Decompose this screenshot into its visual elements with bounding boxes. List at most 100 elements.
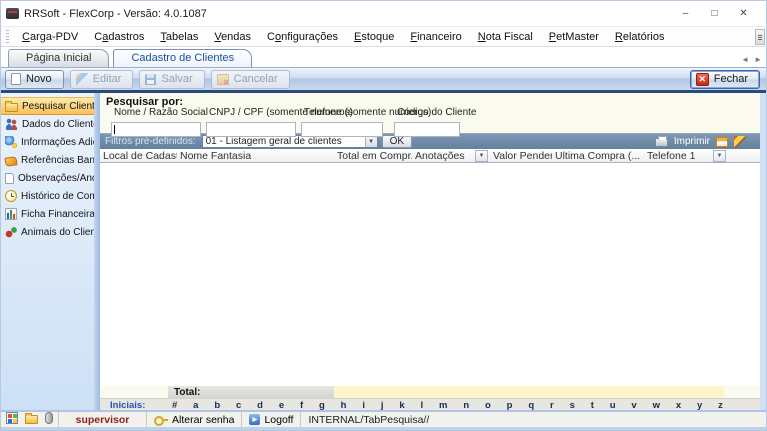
minimize-button[interactable]: – [671, 1, 700, 26]
initial-letter-b[interactable]: b [214, 400, 220, 411]
sidebar-item-animais-do-cliente[interactable]: Animais do Cliente [1, 223, 94, 241]
sidebar-item-hist-rico-de-compras[interactable]: Histórico de Compras [1, 187, 94, 205]
initial-letter-h[interactable]: h [341, 400, 347, 411]
folder-icon[interactable] [25, 412, 38, 427]
mouse-icon[interactable] [45, 412, 53, 427]
edit-pencil-icon [76, 73, 88, 85]
menu-petmaster[interactable]: PetMaster [541, 29, 607, 45]
fechar-button[interactable]: Fechar [690, 70, 760, 89]
initial-letter-g[interactable]: g [319, 400, 325, 411]
initial-letter-w[interactable]: w [653, 400, 660, 411]
column-header-ultima-compra[interactable]: Ultima Compra (... ▲ ▼ [552, 149, 644, 162]
application-window: RRSoft - FlexCorp - Versão: 4.0.1087 – □… [0, 0, 767, 431]
search-field-label: CNPJ / CPF (somente numeros) [206, 107, 296, 118]
navigation-sidebar: Pesquisar ClienteDados do ClienteInforma… [1, 93, 94, 410]
menu-overflow-button[interactable] [755, 29, 765, 45]
initial-letter-i[interactable]: i [362, 400, 365, 411]
logoff-icon [249, 414, 260, 425]
menu-configura-es[interactable]: Configurações [259, 29, 346, 45]
menu-cadastros[interactable]: Cadastros [86, 29, 152, 45]
initial-letter-a[interactable]: a [193, 400, 198, 411]
initial-letter-e[interactable]: e [279, 400, 284, 411]
alterar-senha-button[interactable]: Alterar senha [147, 412, 242, 427]
novo-button[interactable]: Novo [5, 70, 64, 89]
initial-letter-j[interactable]: j [381, 400, 384, 411]
tab-scroll-left-icon[interactable]: ◄ [741, 55, 749, 64]
people-icon [5, 118, 18, 130]
sidebar-item-informa-es-adicionais[interactable]: Informações Adicionais [1, 133, 94, 151]
search-input-codigo-cliente[interactable] [394, 122, 460, 137]
initial-letter-f[interactable]: f [300, 400, 303, 411]
search-input-nome-razao-social[interactable] [111, 122, 201, 137]
save-disk-icon [145, 74, 156, 85]
initial-letter-u[interactable]: u [610, 400, 616, 411]
menu-nota-fiscal[interactable]: Nota Fiscal [470, 29, 541, 45]
search-input-cnpj-cpf[interactable] [206, 122, 296, 137]
predefined-filters-label: Filtros pré-definidos: [105, 136, 196, 147]
initial-letter-l[interactable]: l [421, 400, 424, 411]
initial-letter-o[interactable]: o [485, 400, 491, 411]
cancelar-button[interactable]: Cancelar [211, 70, 290, 89]
initial-letter-c[interactable]: c [236, 400, 241, 411]
column-header-valor-pendente[interactable]: Valor Pendente [490, 149, 552, 162]
grid-columns-icon[interactable] [716, 137, 728, 147]
initial-letter-z[interactable]: z [718, 400, 723, 411]
sidebar-item-dados-do-cliente[interactable]: Dados do Cliente [1, 115, 94, 133]
initial-letter-x[interactable]: x [676, 400, 681, 411]
initial-letter-s[interactable]: s [570, 400, 575, 411]
logoff-button[interactable]: Logoff [242, 412, 301, 427]
search-field: Telefone (somente numeros) [301, 107, 383, 137]
initial-letter-r[interactable]: r [550, 400, 554, 411]
initial-letter-t[interactable]: t [591, 400, 594, 411]
editar-button[interactable]: Editar [70, 70, 134, 89]
edit-layout-icon[interactable] [734, 136, 746, 148]
search-area: Pesquisar por: Nome / Razão Social CNPJ … [100, 93, 760, 133]
initial-letter-m[interactable]: m [439, 400, 447, 411]
sidebar-item-pesquisar-cliente[interactable]: Pesquisar Cliente [1, 97, 94, 115]
tab-strip: Página InicialCadastro de Clientes ◄ ► [1, 47, 766, 67]
column-filter-dropdown-icon[interactable]: ▼ [475, 150, 488, 162]
chevron-down-icon[interactable]: ▼ [365, 136, 377, 147]
sidebar-item-refer-ncias-banc[interactable]: Referências Banc. [1, 151, 94, 169]
bar-chart-icon [5, 208, 17, 220]
column-header-telefone-1[interactable]: Telefone 1 ▼ [644, 149, 728, 162]
grid-footer: Total: [100, 386, 760, 398]
close-button[interactable]: ✕ [729, 1, 758, 26]
search-field-label: Código do Cliente [394, 107, 460, 118]
maximize-button[interactable]: □ [700, 1, 729, 26]
initial-letter-y[interactable]: y [697, 400, 702, 411]
initial-letter-n[interactable]: n [463, 400, 469, 411]
column-header-total-em-compr[interactable]: Total em Compr... ▼ [334, 149, 412, 162]
menu-estoque[interactable]: Estoque [346, 29, 402, 45]
menu-vendas[interactable]: Vendas [206, 29, 259, 45]
search-input-telefone[interactable] [301, 122, 383, 137]
column-filter-dropdown-icon[interactable]: ▼ [713, 150, 726, 162]
sidebar-item-observa-es-anota-es[interactable]: Observações/Anotações [1, 169, 94, 187]
column-header-nome-fantasia[interactable]: Nome Fantasia [177, 149, 334, 162]
salvar-button[interactable]: Salvar [139, 70, 204, 89]
tab-scroll-right-icon[interactable]: ► [754, 55, 762, 64]
tab-cadastro-de-clientes[interactable]: Cadastro de Clientes [113, 49, 252, 67]
menu-tabelas[interactable]: Tabelas [152, 29, 206, 45]
window-bottom-border [1, 427, 766, 430]
column-header-local-de-cadastro[interactable]: Local de Cadastro ▼ [100, 149, 177, 162]
search-field-label: Telefone (somente numeros) [301, 107, 383, 118]
initial-letter-d[interactable]: d [257, 400, 263, 411]
initial-letter-hash[interactable]: # [172, 400, 177, 411]
logged-user-label: supervisor [59, 412, 147, 427]
menu-relat-rios[interactable]: Relatórios [607, 29, 673, 45]
initial-letter-p[interactable]: p [507, 400, 513, 411]
app-grid-icon[interactable] [6, 412, 18, 427]
initial-letter-q[interactable]: q [528, 400, 534, 411]
initial-letter-k[interactable]: k [399, 400, 404, 411]
red-x-icon [696, 73, 709, 86]
tab-p-gina-inicial[interactable]: Página Inicial [8, 49, 109, 67]
printer-icon [655, 138, 668, 147]
imprimir-button[interactable]: Imprimir [674, 136, 710, 147]
column-header-anota-es[interactable]: Anotações ▼ [412, 149, 490, 162]
menu-financeiro[interactable]: Financeiro [402, 29, 469, 45]
info-plus-icon [5, 136, 17, 148]
menu-carga-pdv[interactable]: Carga-PDV [14, 29, 86, 45]
initial-letter-v[interactable]: v [631, 400, 636, 411]
sidebar-item-ficha-financeira[interactable]: Ficha Financeira [1, 205, 94, 223]
